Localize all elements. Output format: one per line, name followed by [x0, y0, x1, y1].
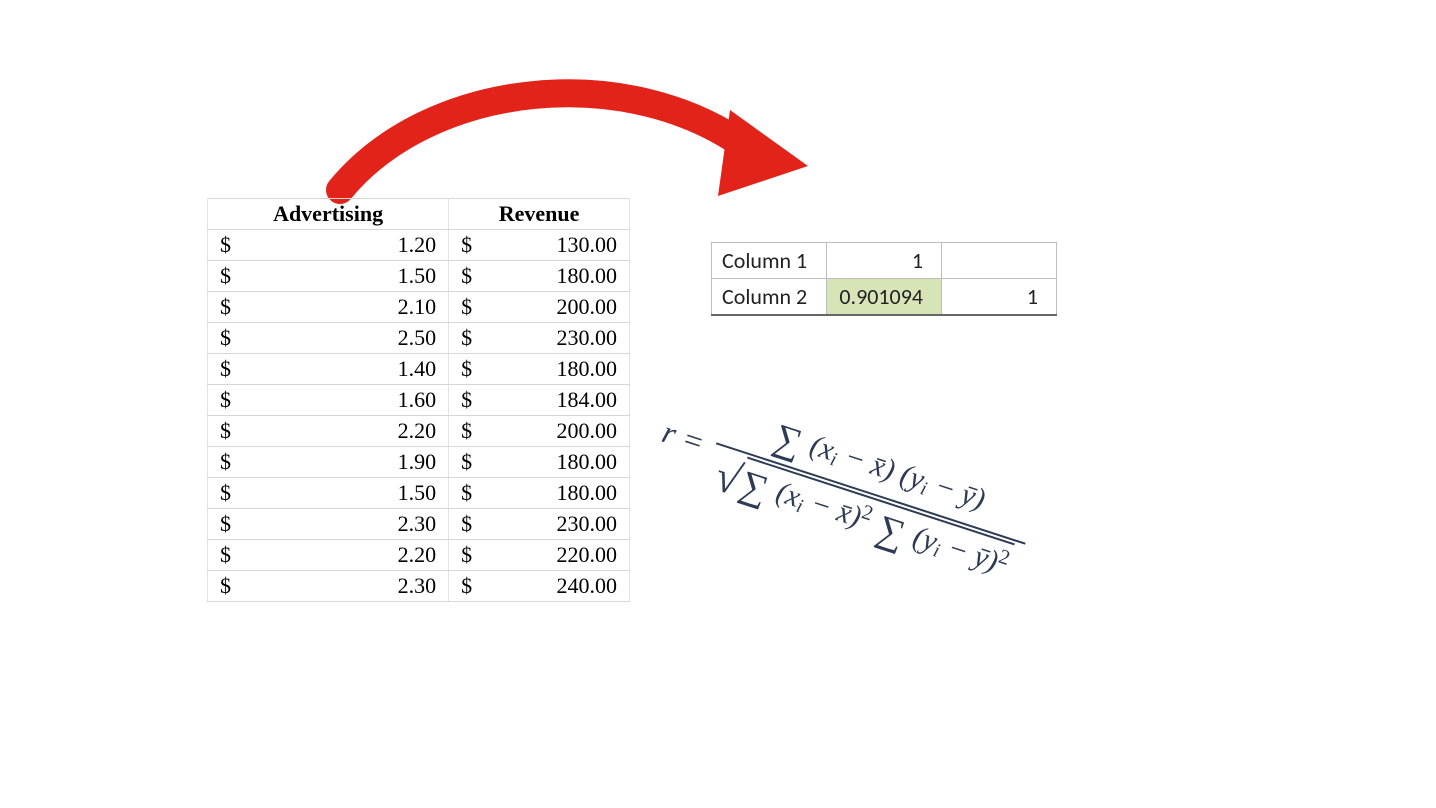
corr-row-2: Column 2 0.901094 1 [712, 279, 1057, 316]
corr-row-1: Column 1 1 [712, 243, 1057, 279]
table-row: $2.10$200.00 [208, 292, 630, 323]
table-row: $1.20$130.00 [208, 230, 630, 261]
header-revenue: Revenue [449, 199, 630, 230]
formula-fraction: ∑ (xi − x) (yi − y) √ ∑ (xi − x)2 ∑ (yi … [699, 397, 1040, 598]
correlation-matrix-table: Column 1 1 Column 2 0.901094 1 [711, 242, 1057, 316]
formula-lhs: r = [658, 413, 709, 461]
table-row: $1.50$180.00 [208, 478, 630, 509]
corr-row2-label: Column 2 [712, 279, 827, 316]
corr-r21-highlight: 0.901094 [827, 279, 942, 316]
table-row: $1.90$180.00 [208, 447, 630, 478]
table-row: $2.20$220.00 [208, 540, 630, 571]
table-header-row: Advertising Revenue [208, 199, 630, 230]
table-row: $1.60$184.00 [208, 385, 630, 416]
table-row: $2.50$230.00 [208, 323, 630, 354]
pearson-correlation-formula: r = ∑ (xi − x) (yi − y) √ ∑ (xi − x)2 ∑ … [647, 380, 1212, 654]
corr-r12 [942, 243, 1057, 279]
table-row: $2.30$240.00 [208, 571, 630, 602]
corr-r22: 1 [942, 279, 1057, 316]
table-row: $2.30$230.00 [208, 509, 630, 540]
table-row: $1.50$180.00 [208, 261, 630, 292]
header-advertising: Advertising [208, 199, 449, 230]
corr-row1-label: Column 1 [712, 243, 827, 279]
corr-r11: 1 [827, 243, 942, 279]
table-row: $1.40$180.00 [208, 354, 630, 385]
table-row: $2.20$200.00 [208, 416, 630, 447]
advertising-revenue-table: Advertising Revenue $1.20$130.00 $1.50$1… [207, 198, 630, 602]
